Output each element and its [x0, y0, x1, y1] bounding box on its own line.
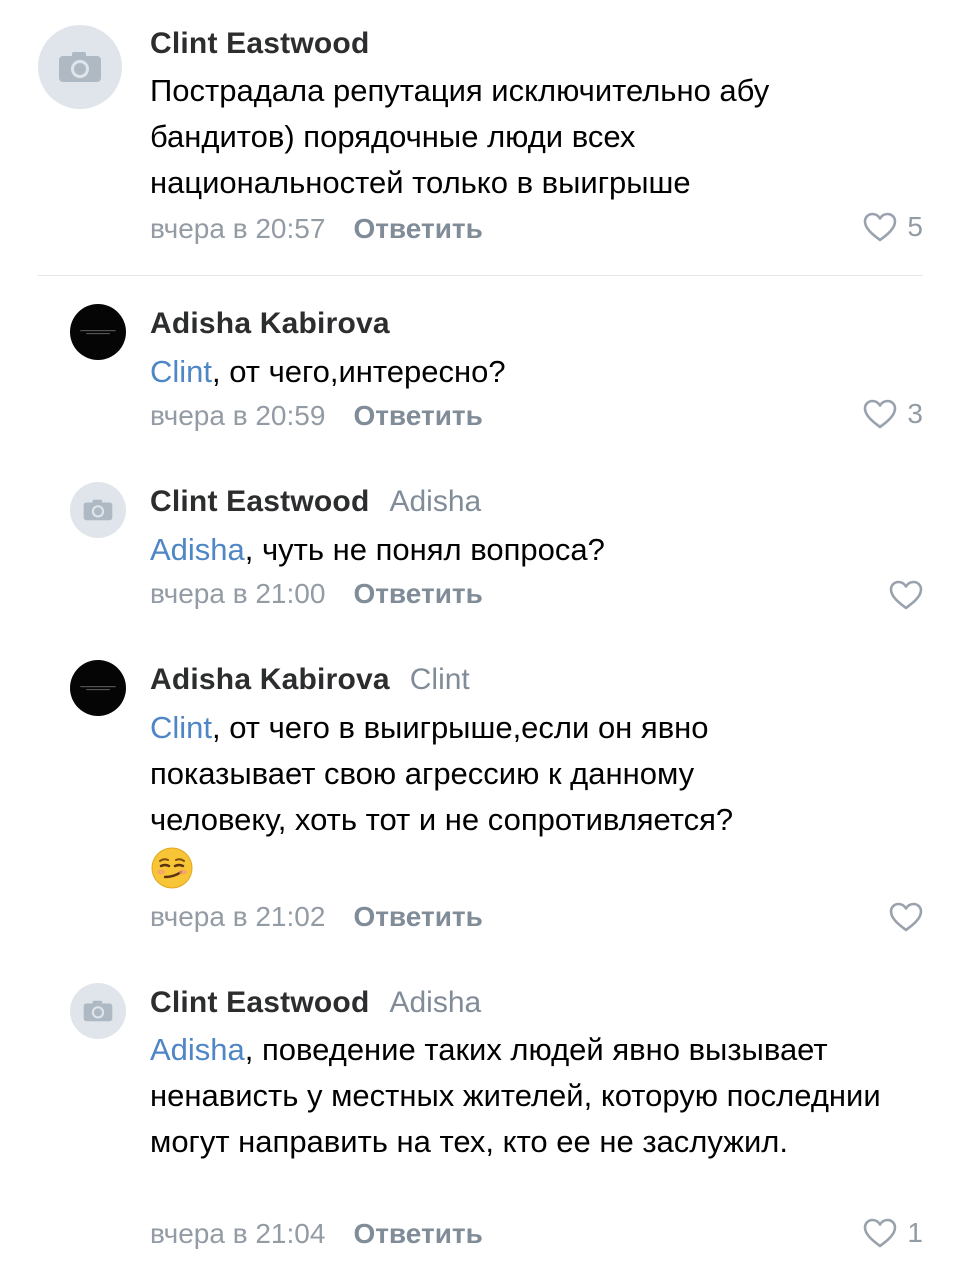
reply-button[interactable]: Ответить	[353, 400, 482, 431]
heart-icon	[864, 1218, 897, 1248]
mention-link[interactable]: Clint	[150, 354, 212, 389]
avatar[interactable]	[70, 304, 126, 360]
comment-body: , от чего,интересно?	[212, 354, 506, 389]
reply-button[interactable]: Ответить	[353, 901, 482, 932]
comment-body: , поведение таких людей явно вызывает не…	[150, 1032, 881, 1159]
like-count: 5	[907, 211, 923, 242]
heart-icon	[864, 399, 897, 429]
reply-to-name[interactable]: Adisha	[389, 485, 481, 518]
avatar-image	[80, 330, 116, 335]
reply-button[interactable]: Ответить	[353, 213, 482, 244]
like-button[interactable]: 3	[863, 398, 923, 430]
like-button[interactable]: 1	[863, 1217, 923, 1249]
comment-time: вчера в 21:00	[150, 578, 326, 609]
comment-author[interactable]: Adisha Kabirova	[150, 663, 390, 696]
smirk-emoji-icon	[151, 847, 193, 889]
comment-author[interactable]: Clint Eastwood	[150, 27, 369, 60]
thread-divider	[38, 275, 923, 276]
like-count: 1	[907, 1217, 923, 1248]
comment-text: Clint, от чего,интересно?	[150, 349, 920, 395]
comment-time: вчера в 20:57	[150, 213, 326, 244]
comment-time: вчера в 20:59	[150, 400, 326, 431]
like-button[interactable]: 5	[863, 211, 923, 243]
reply-to-name[interactable]: Adisha	[389, 986, 481, 1019]
comment-text: Adisha, чуть не понял вопроса?	[150, 527, 920, 573]
heart-icon	[889, 902, 923, 932]
comment-body: , от чего в выигрыше,если он явно показы…	[150, 710, 734, 837]
mention-link[interactable]: Adisha	[150, 532, 245, 567]
reply-button[interactable]: Ответить	[353, 578, 482, 609]
avatar[interactable]	[38, 25, 122, 109]
mention-link[interactable]: Clint	[150, 710, 212, 745]
avatar[interactable]	[70, 660, 126, 716]
comment-text: Пострадала репутация исключительно абу б…	[150, 73, 770, 200]
like-count: 3	[907, 398, 923, 429]
comment-body: , чуть не понял вопроса?	[244, 532, 605, 567]
comment-text: Adisha, поведение таких людей явно вызыв…	[150, 1027, 890, 1165]
like-button[interactable]	[889, 902, 923, 932]
avatar[interactable]	[70, 983, 126, 1039]
comment-time: вчера в 21:04	[150, 1218, 326, 1249]
comment-author[interactable]: Adisha Kabirova	[150, 307, 390, 340]
comment-author[interactable]: Clint Eastwood	[150, 485, 369, 518]
camera-icon	[59, 52, 101, 82]
reply-to-name[interactable]: Clint	[410, 663, 470, 696]
like-button[interactable]	[889, 580, 923, 610]
comment-time: вчера в 21:02	[150, 901, 326, 932]
avatar-image	[80, 686, 116, 691]
heart-icon	[864, 212, 897, 242]
avatar[interactable]	[70, 482, 126, 538]
camera-icon	[83, 499, 113, 521]
reply-button[interactable]: Ответить	[353, 1218, 482, 1249]
mention-link[interactable]: Adisha	[150, 1032, 245, 1067]
comment-author[interactable]: Clint Eastwood	[150, 986, 369, 1019]
camera-icon	[83, 1000, 113, 1022]
heart-icon	[889, 580, 923, 610]
comment-text: Clint, от чего в выигрыше,если он явно п…	[150, 705, 830, 890]
